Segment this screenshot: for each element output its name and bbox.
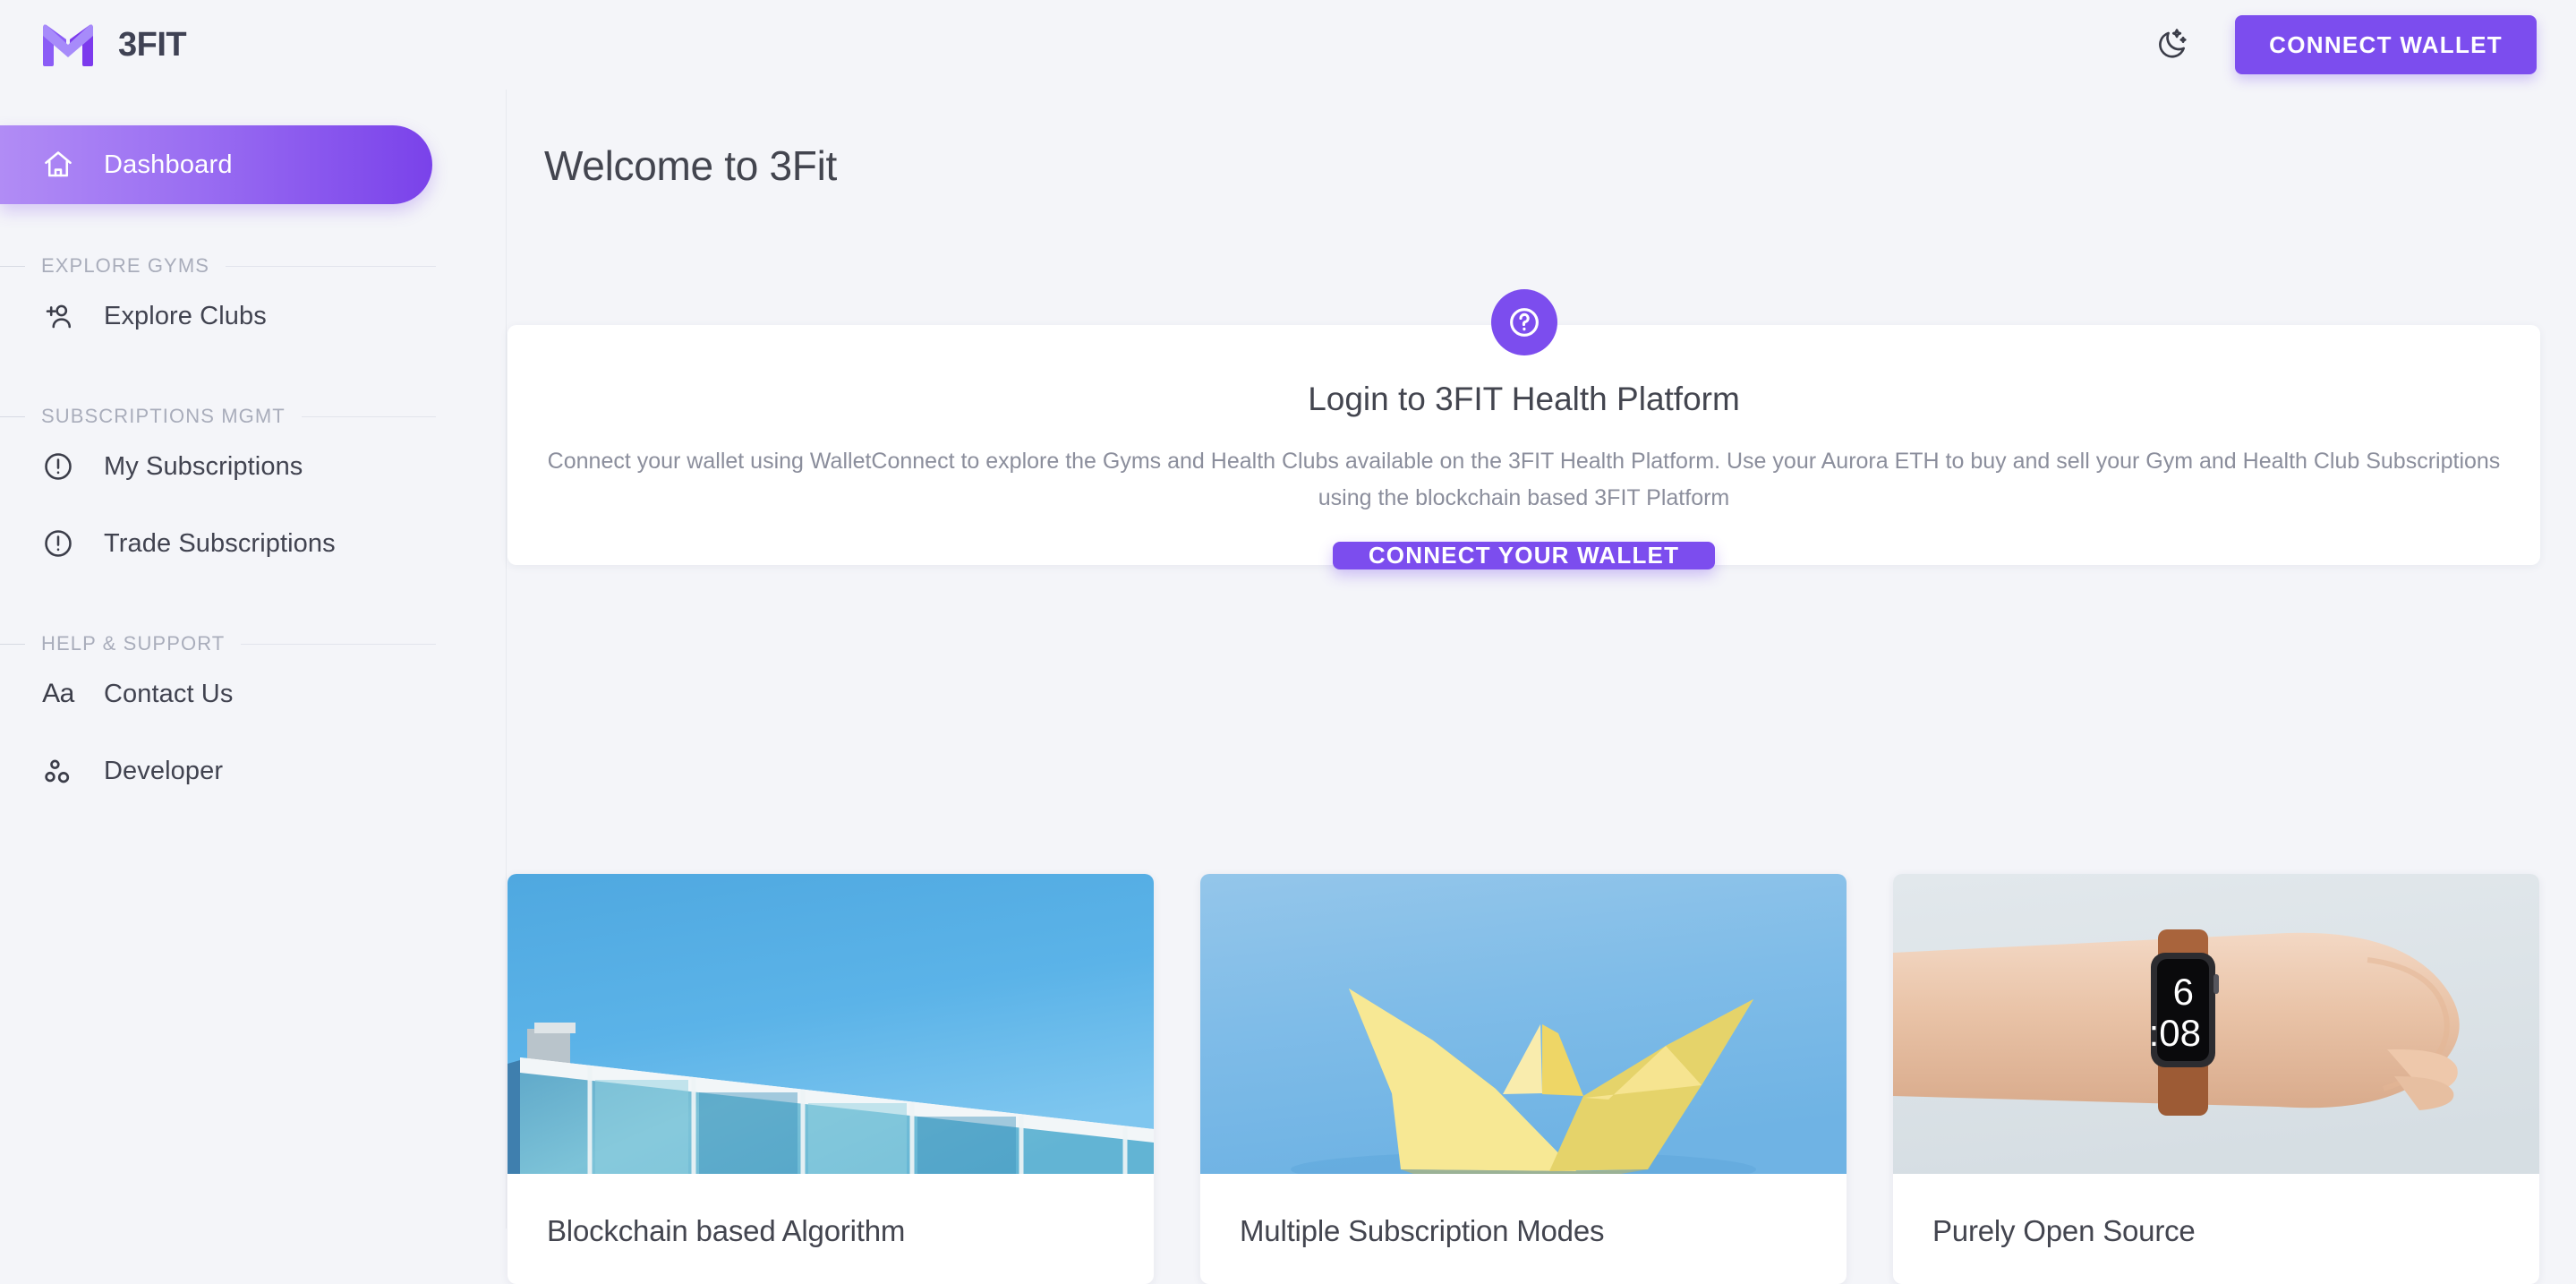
sidebar-item-contact-us[interactable]: Aa Contact Us — [0, 655, 506, 732]
brand[interactable]: 3FIT — [39, 21, 187, 68]
feature-card[interactable]: 6 :08 Purely Open Source — [1893, 874, 2539, 1284]
blue-glass-building-photo — [508, 874, 1154, 1174]
section-rule-right — [241, 643, 436, 645]
sidebar-item-label: Explore Clubs — [104, 301, 267, 330]
exclamation-circle-icon — [41, 526, 75, 561]
sidebar-item-explore-clubs[interactable]: Explore Clubs — [0, 278, 506, 355]
sidebar-item-my-subscriptions[interactable]: My Subscriptions — [0, 428, 506, 505]
home-icon — [41, 148, 75, 182]
aa-text-icon: Aa — [42, 679, 74, 708]
login-card-title: Login to 3FIT Health Platform — [1308, 381, 1740, 417]
sidebar-item-trade-subscriptions[interactable]: Trade Subscriptions — [0, 505, 506, 582]
section-rule-right — [226, 265, 436, 267]
svg-text::08: :08 — [2149, 1012, 2201, 1054]
feature-cards: Blockchain based Algorithm Multiple Subs… — [508, 874, 2540, 1284]
exclamation-circle-icon — [41, 449, 75, 484]
main-content: Welcome to 3Fit Login to 3FIT Health Pla… — [507, 90, 2576, 1284]
sidebar-item-label: Trade Subscriptions — [104, 528, 336, 558]
section-rule-left — [0, 265, 25, 267]
sidebar-section-help-support: HELP & SUPPORT — [0, 632, 506, 655]
sidebar-section-subscriptions-mgmt: SUBSCRIPTIONS MGMT — [0, 405, 506, 428]
section-title: EXPLORE GYMS — [41, 254, 210, 277]
sidebar-item-label: Developer — [104, 756, 224, 785]
section-title: SUBSCRIPTIONS MGMT — [41, 405, 286, 427]
section-rule-left — [0, 643, 25, 645]
bubble-chart-icon — [41, 754, 75, 788]
sidebar-section-explore-gyms: EXPLORE GYMS — [0, 254, 506, 278]
feature-card-title: Blockchain based Algorithm — [547, 1214, 906, 1247]
svg-text:6: 6 — [2173, 971, 2194, 1013]
connect-wallet-button[interactable]: CONNECT WALLET — [2235, 15, 2537, 74]
section-rule-right — [301, 415, 436, 417]
moon-stars-icon[interactable] — [2149, 21, 2196, 68]
wrist-smartwatch-photo: 6 :08 — [1893, 874, 2539, 1174]
connect-your-wallet-button[interactable]: CONNECT YOUR WALLET — [1332, 542, 1716, 569]
m-logo-icon — [39, 21, 97, 68]
sidebar-item-label: Contact Us — [104, 679, 234, 708]
top-bar: 3FIT CONNECT WALLET — [0, 0, 2576, 90]
sidebar: Dashboard EXPLORE GYMS Explore Clubs SUB… — [0, 90, 507, 1228]
help-question-circle-icon — [1490, 289, 1557, 355]
feature-card[interactable]: Blockchain based Algorithm — [508, 874, 1154, 1284]
sidebar-item-label: Dashboard — [104, 150, 233, 179]
top-bar-actions: CONNECT WALLET — [2149, 15, 2537, 74]
feature-card-title: Purely Open Source — [1932, 1214, 2196, 1247]
section-rule-left — [0, 415, 25, 417]
feature-card-title: Multiple Subscription Modes — [1240, 1214, 1605, 1247]
person-add-icon — [41, 299, 75, 333]
login-card-description: Connect your wallet using WalletConnect … — [547, 449, 2501, 510]
page-title: Welcome to 3Fit — [544, 142, 837, 189]
section-title: HELP & SUPPORT — [41, 632, 226, 655]
sidebar-item-developer[interactable]: Developer — [0, 732, 506, 809]
feature-card[interactable]: Multiple Subscription Modes — [1200, 874, 1847, 1284]
brand-name: 3FIT — [118, 25, 187, 64]
login-card: Login to 3FIT Health Platform Connect yo… — [508, 289, 2540, 569]
sidebar-item-dashboard[interactable]: Dashboard — [0, 125, 432, 204]
yellow-paper-boat-photo — [1200, 874, 1847, 1174]
sidebar-item-label: My Subscriptions — [104, 451, 303, 481]
